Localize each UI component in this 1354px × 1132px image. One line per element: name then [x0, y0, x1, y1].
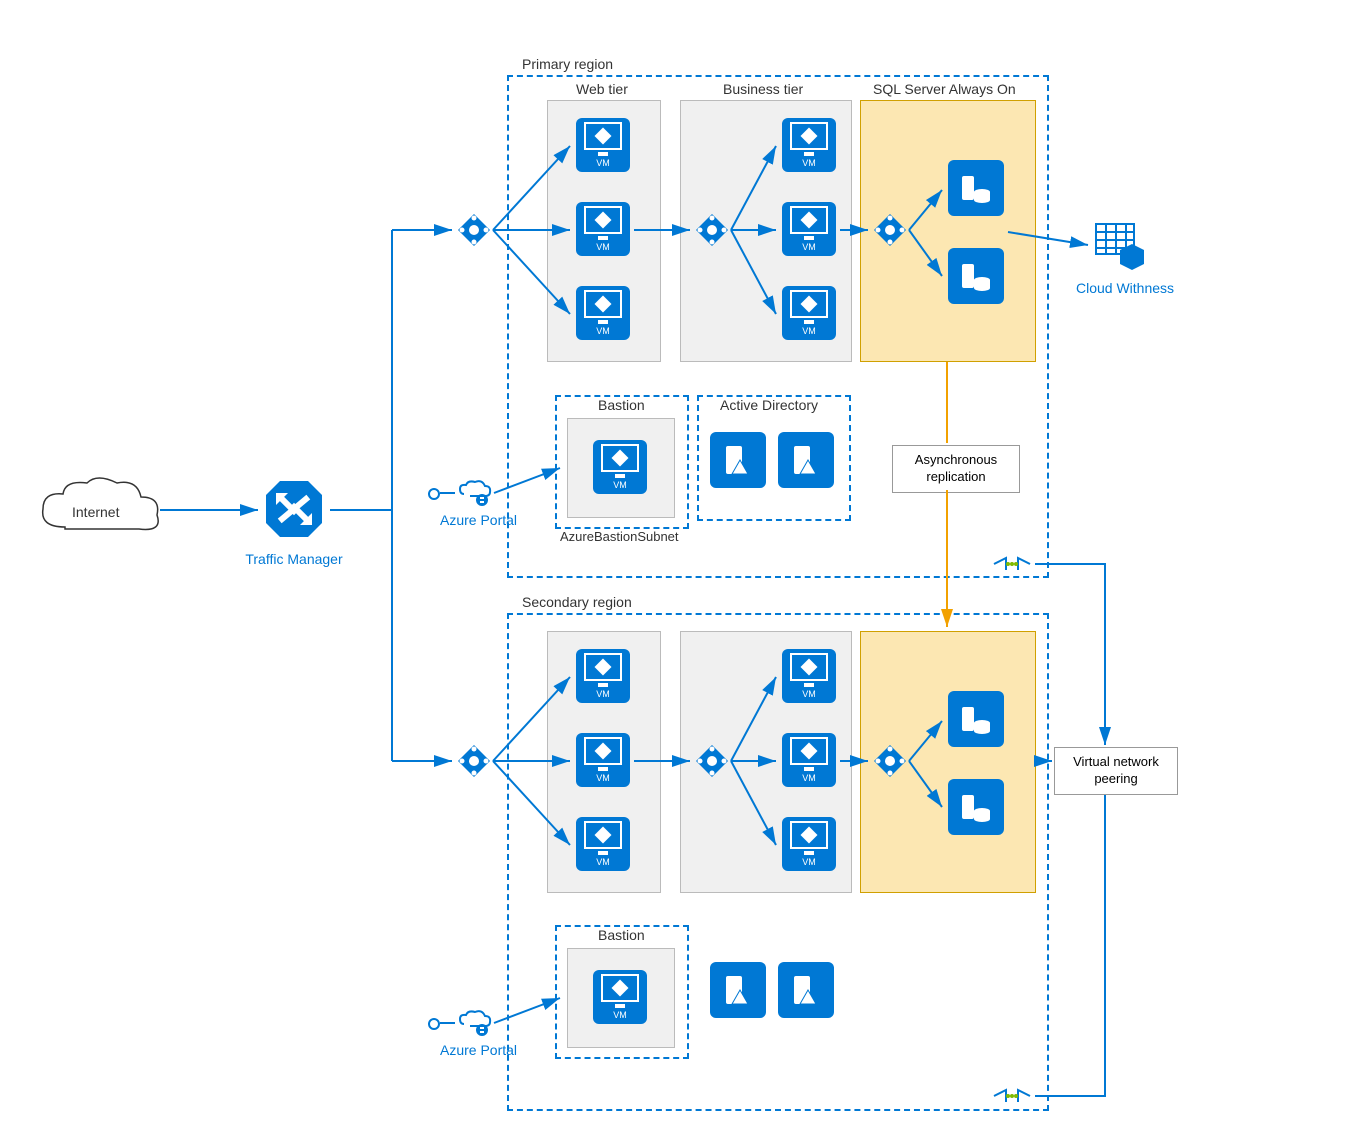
- vm-icon: VM: [782, 118, 836, 172]
- ad-server-icon: [778, 432, 834, 488]
- sql-db-icon: [948, 779, 1004, 835]
- traffic-manager-label: Traffic Manager: [240, 551, 348, 567]
- traffic-manager-icon: [262, 477, 326, 546]
- sql-db-icon: [948, 160, 1004, 216]
- portal-dot: [428, 488, 440, 500]
- ad-server-icon: [710, 962, 766, 1018]
- internet-label: Internet: [72, 504, 119, 520]
- peering-icon: [990, 1086, 1034, 1111]
- load-balancer-icon: [873, 213, 907, 247]
- vm-icon: VM: [593, 440, 647, 494]
- primary-bastion-subnet-label: AzureBastionSubnet: [560, 529, 679, 544]
- async-replication-box: Asynchronous replication: [892, 445, 1020, 493]
- vm-icon: VM: [782, 733, 836, 787]
- secondary-bastion-title: Bastion: [598, 927, 645, 943]
- primary-sql-tier-title: SQL Server Always On: [873, 81, 1016, 97]
- azure-portal-icon: [458, 1010, 492, 1043]
- vnet-peering-box: Virtual network peering: [1054, 747, 1178, 795]
- async-replication-text: Asynchronous replication: [915, 452, 997, 484]
- vm-icon: VM: [576, 202, 630, 256]
- primary-business-tier-title: Business tier: [723, 81, 803, 97]
- vm-icon: VM: [576, 286, 630, 340]
- vm-icon: VM: [576, 649, 630, 703]
- azure-portal-label-1: Azure Portal: [440, 512, 517, 528]
- vm-icon: VM: [782, 202, 836, 256]
- load-balancer-icon: [457, 213, 491, 247]
- load-balancer-icon: [457, 744, 491, 778]
- ad-server-icon: [710, 432, 766, 488]
- vm-icon: VM: [782, 649, 836, 703]
- cloud-witness-icon: [1094, 222, 1146, 275]
- vm-icon: VM: [576, 817, 630, 871]
- primary-bastion-title: Bastion: [598, 397, 645, 413]
- peering-icon: [990, 554, 1034, 579]
- load-balancer-icon: [695, 744, 729, 778]
- azure-portal-label-2: Azure Portal: [440, 1042, 517, 1058]
- vnet-peering-text: Virtual network peering: [1073, 754, 1159, 786]
- primary-ad-title: Active Directory: [720, 397, 818, 413]
- load-balancer-icon: [695, 213, 729, 247]
- primary-web-tier-title: Web tier: [576, 81, 628, 97]
- load-balancer-icon: [873, 744, 907, 778]
- vm-icon: VM: [782, 286, 836, 340]
- cloud-witness-label: Cloud Withness: [1070, 280, 1180, 296]
- sql-db-icon: [948, 691, 1004, 747]
- vm-icon: VM: [782, 817, 836, 871]
- vm-icon: VM: [593, 970, 647, 1024]
- portal-dot: [428, 1018, 440, 1030]
- azure-portal-icon: [458, 480, 492, 513]
- ad-server-icon: [778, 962, 834, 1018]
- vm-icon: VM: [576, 733, 630, 787]
- secondary-region-title: Secondary region: [522, 594, 632, 610]
- vm-icon: VM: [576, 118, 630, 172]
- primary-region-title: Primary region: [522, 56, 613, 72]
- sql-db-icon: [948, 248, 1004, 304]
